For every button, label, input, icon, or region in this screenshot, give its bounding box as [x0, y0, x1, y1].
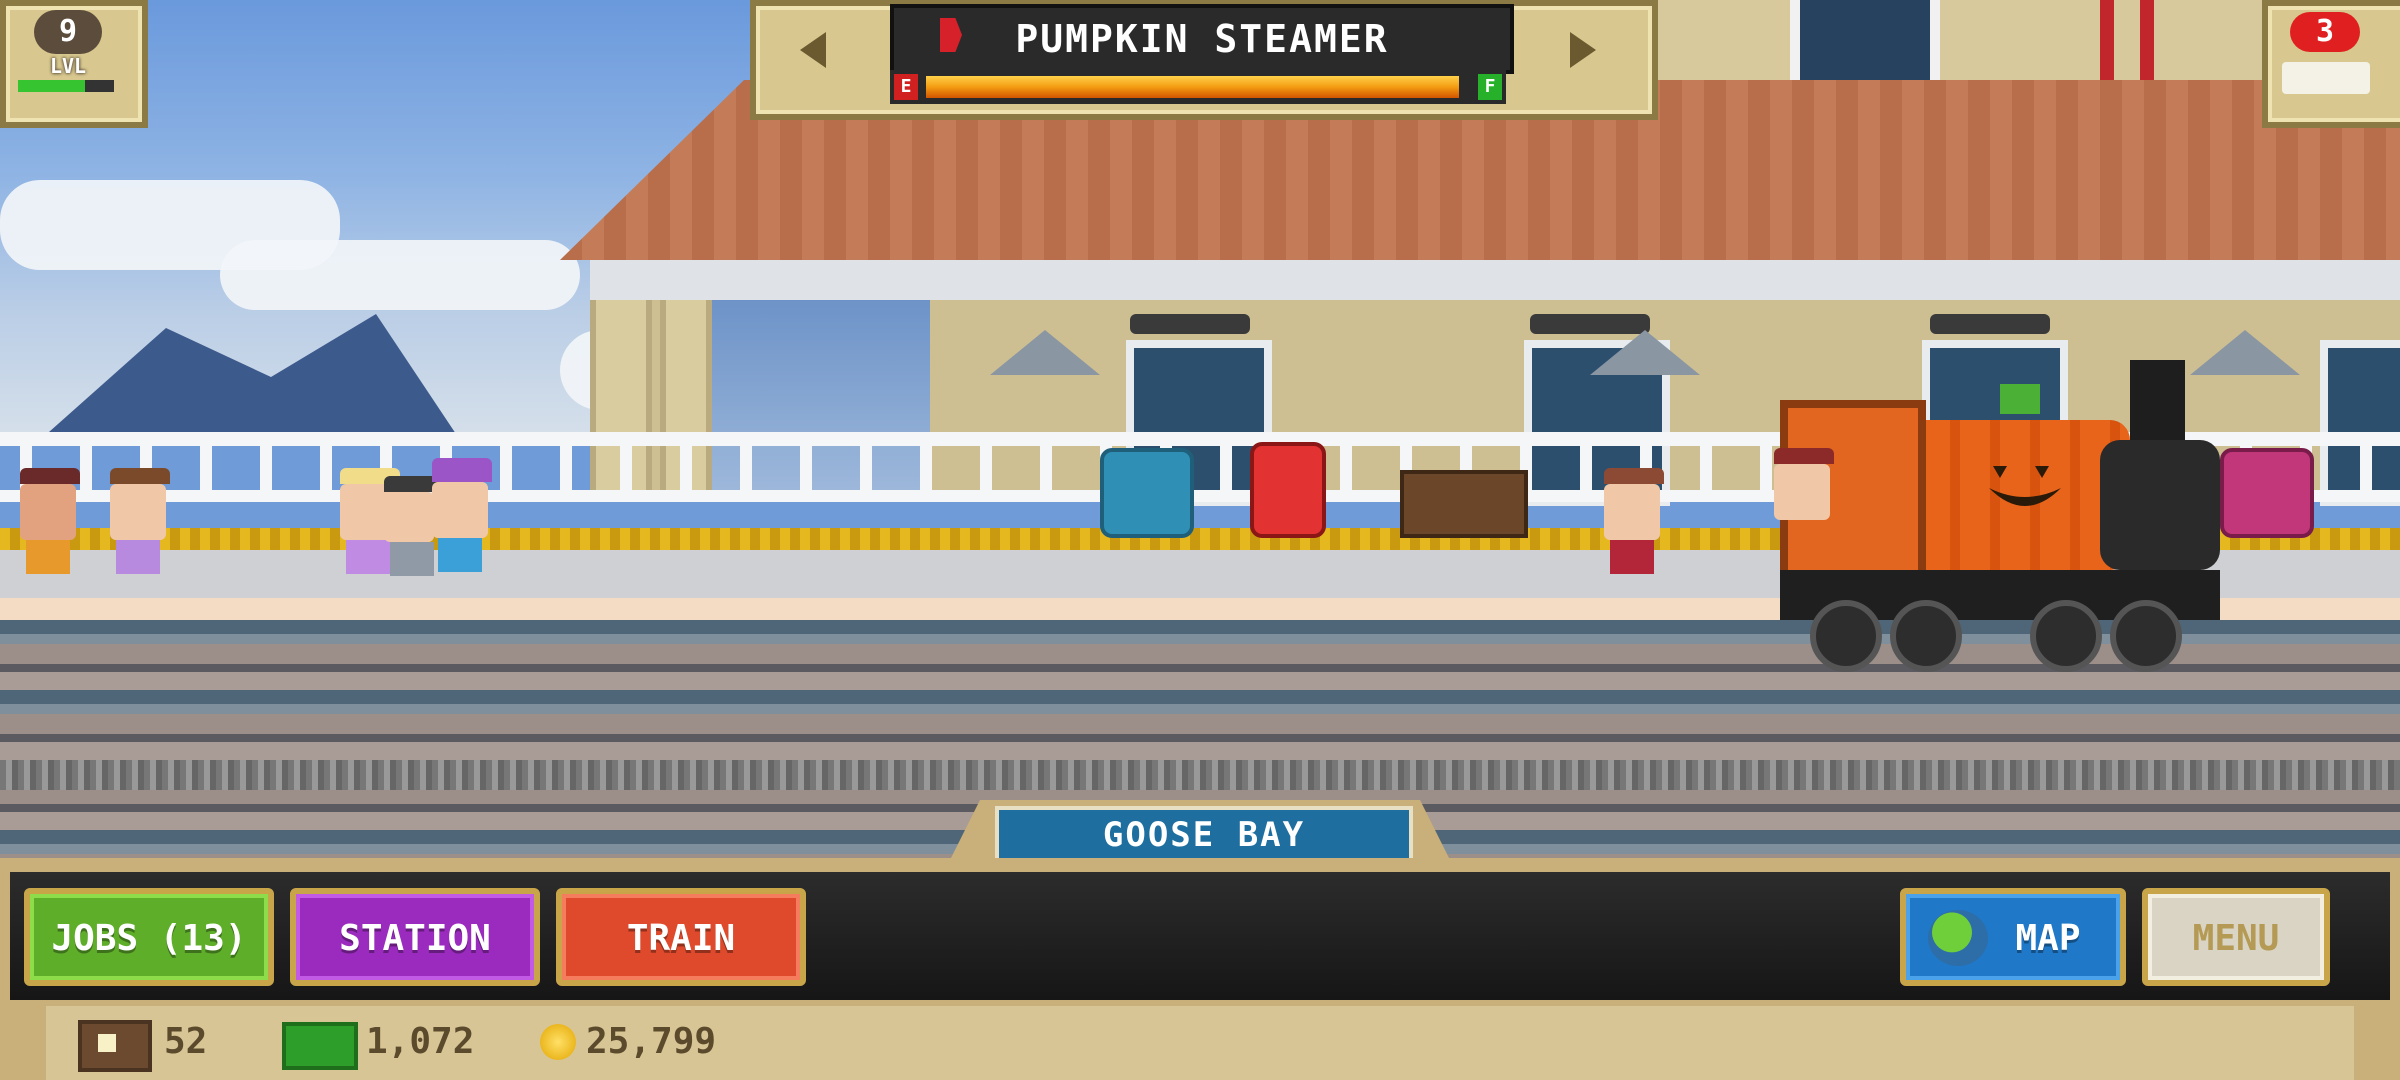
- passenger[interactable]: [1604, 468, 1664, 574]
- railing-post: [1700, 440, 1712, 500]
- suitcase[interactable]: [2220, 448, 2314, 538]
- railing-post: [800, 440, 812, 500]
- chevron-right-icon: [1570, 32, 1596, 68]
- coin-icon: [540, 1024, 576, 1060]
- railing-post: [680, 440, 692, 500]
- cloud: [220, 240, 580, 310]
- station-button[interactable]: STATION: [290, 888, 540, 986]
- railing-post: [1760, 440, 1772, 500]
- railing-post: [2360, 440, 2372, 500]
- wheel-icon: [2030, 600, 2102, 672]
- trains-available-count: 3: [2290, 12, 2360, 52]
- passenger[interactable]: [110, 468, 170, 574]
- locomotive-icon: [2282, 62, 2370, 94]
- lamp-icon: [990, 330, 1100, 375]
- trunk[interactable]: [1400, 470, 1528, 538]
- next-train-button[interactable]: [1506, 0, 1646, 108]
- passenger[interactable]: [20, 468, 80, 574]
- railing-post: [80, 440, 92, 500]
- previous-train-button[interactable]: [750, 0, 890, 108]
- lamp-icon: [1590, 330, 1700, 375]
- station-sign: [1930, 314, 2050, 334]
- train-button[interactable]: TRAIN: [556, 888, 806, 986]
- railing-post: [320, 440, 332, 500]
- railing-post: [1220, 440, 1232, 500]
- train-driver: [1774, 448, 1834, 520]
- jack-o-lantern-face-icon: [1989, 466, 2061, 506]
- railing-post: [200, 440, 212, 500]
- station-name: GOOSE BAY: [995, 806, 1413, 864]
- pumpkin-stem: [2000, 384, 2040, 414]
- tickets-icon: [78, 1020, 152, 1072]
- track-gravel: [0, 760, 2400, 790]
- wheel-icon: [2110, 600, 2182, 672]
- railing-post: [920, 440, 932, 500]
- suitcase[interactable]: [1250, 442, 1326, 538]
- railing-post: [620, 440, 632, 500]
- railing-post: [1340, 440, 1352, 500]
- railing-post: [980, 440, 992, 500]
- station-sign: [1130, 314, 1250, 334]
- railing-post: [1580, 440, 1592, 500]
- jobs-button[interactable]: JOBS (13): [24, 888, 274, 986]
- level-label: LVL: [49, 54, 87, 78]
- railing-post: [560, 440, 572, 500]
- locomotive-smokebox: [2100, 440, 2220, 570]
- railing-post: [260, 440, 272, 500]
- railing-post: [860, 440, 872, 500]
- menu-button[interactable]: MENU: [2142, 888, 2330, 986]
- station-opening: [700, 300, 930, 500]
- wheel-icon: [1810, 600, 1882, 672]
- railing-post: [500, 440, 512, 500]
- lamp-icon: [2190, 330, 2300, 375]
- globe-icon: [1928, 910, 1988, 966]
- fuel-empty-label: E: [894, 74, 918, 100]
- coins-amount: 25,799: [586, 1021, 717, 1062]
- train-name: PUMPKIN STEAMER: [890, 4, 1514, 74]
- passenger[interactable]: [432, 458, 492, 572]
- suitcase[interactable]: [1100, 448, 1194, 538]
- cash-amount: 1,072: [366, 1021, 475, 1062]
- level-progress-fill: [18, 80, 86, 92]
- wheel-icon: [1890, 600, 1962, 672]
- railing-post: [740, 440, 752, 500]
- fuel-full-label: F: [1478, 74, 1502, 100]
- locomotive-chimney: [2130, 360, 2185, 450]
- tickets-count: 52: [164, 1021, 208, 1062]
- chevron-left-icon: [800, 32, 826, 68]
- fuel-gauge-fill: [926, 76, 1460, 98]
- level-number: 9: [34, 10, 102, 54]
- cash-icon: [282, 1022, 358, 1070]
- map-button-label: MAP: [2015, 918, 2081, 959]
- railing-post: [1040, 440, 1052, 500]
